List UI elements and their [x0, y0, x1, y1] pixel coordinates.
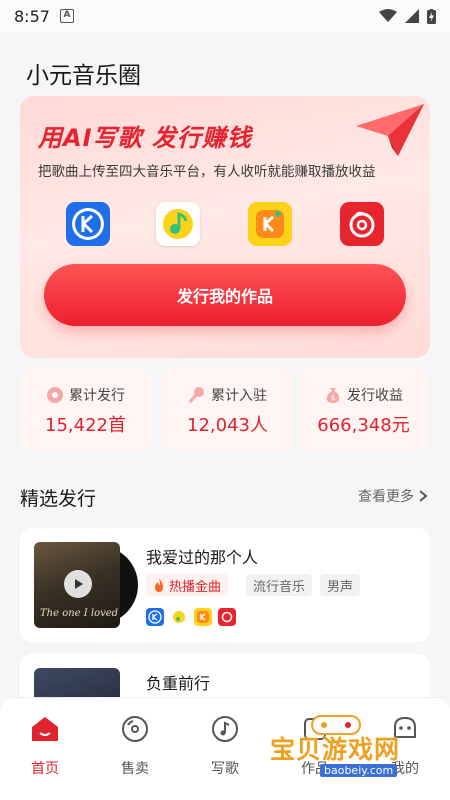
watermark-url: baobeiy.com	[320, 764, 398, 777]
stat-label: 累计发行	[69, 388, 125, 404]
status-icons	[379, 8, 436, 24]
stat-value: 12,043人	[187, 415, 268, 436]
fire-icon	[155, 578, 163, 592]
kugou-icon[interactable]	[66, 202, 110, 246]
tab-label: 首页	[31, 761, 59, 777]
netease-mini-icon	[218, 608, 236, 626]
kugou-mini-icon	[146, 608, 164, 626]
section-title: 精选发行	[20, 488, 97, 510]
tag-genre: 流行音乐	[246, 574, 313, 596]
stat-label-row: 累计发行	[20, 385, 151, 405]
stat-label-row: $ 发行收益	[298, 385, 429, 405]
album-cover[interactable]: The one I loved	[34, 542, 120, 628]
qqmusic-logo-icon	[163, 209, 193, 239]
platform-mini-icons	[146, 608, 236, 626]
banner-subtitle: 把歌曲上传至四大音乐平台，有人收听就能赚取播放收益	[38, 164, 376, 180]
app-title: 小元音乐圈	[26, 63, 141, 89]
tag-label: 热播金曲	[169, 579, 222, 595]
tab-sell[interactable]: 售卖	[90, 698, 180, 798]
wifi-icon	[379, 9, 397, 22]
tag-voice: 男声	[320, 574, 361, 596]
stat-label-row: 累计入驻	[162, 385, 293, 405]
kugou-logo-icon	[72, 208, 104, 240]
tab-label: 售卖	[121, 761, 149, 777]
paper-plane-icon	[356, 104, 424, 156]
watermark: 宝贝游戏网 baobeiy.com	[270, 712, 430, 782]
banner-title: 用AI写歌 发行赚钱	[38, 124, 252, 152]
tab-write[interactable]: 写歌	[180, 698, 270, 798]
home-icon	[30, 714, 60, 744]
album-cover-text: The one I loved	[40, 608, 119, 619]
qqmusic-mini-icon	[170, 608, 188, 626]
song-title: 我爱过的那个人	[146, 548, 259, 567]
tab-label: 写歌	[211, 761, 239, 777]
publish-work-button[interactable]: 发行我的作品	[44, 264, 406, 326]
qqmusic-icon[interactable]	[156, 202, 200, 246]
money-bag-icon: $	[326, 388, 340, 403]
kuwo-logo-icon	[256, 210, 284, 238]
battery-icon	[427, 8, 436, 24]
tag-hot: 热播金曲	[146, 574, 229, 596]
tab-home[interactable]: 首页	[0, 698, 90, 798]
netease-icon[interactable]	[340, 202, 384, 246]
signal-icon	[405, 9, 419, 23]
song-card[interactable]: The one I loved 我爱过的那个人 热播金曲 流行音乐 男声	[20, 528, 430, 642]
svg-text:$: $	[331, 394, 335, 402]
view-more-link[interactable]: 查看更多	[358, 486, 428, 506]
view-more-label: 查看更多	[358, 489, 414, 505]
status-bar: 8:57 A	[0, 0, 450, 32]
promo-banner: 用AI写歌 发行赚钱 把歌曲上传至四大音乐平台，有人收听就能赚取播放收益 发行我…	[20, 96, 430, 358]
notification-icon: A	[59, 9, 74, 23]
stat-label: 累计入驻	[211, 388, 267, 404]
microphone-icon	[188, 387, 204, 403]
stat-card-earnings: $ 发行收益 666,348元	[298, 369, 429, 451]
stat-card-releases: 累计发行 15,422首	[20, 369, 151, 451]
disc-icon	[47, 387, 63, 403]
stat-value: 15,422首	[45, 415, 126, 436]
music-note-icon	[210, 714, 240, 744]
watermark-text: 宝贝游戏网	[270, 735, 401, 764]
kuwo-mini-icon	[194, 608, 212, 626]
disc-icon	[120, 714, 150, 744]
chevron-right-icon	[419, 490, 428, 502]
status-time: 8:57	[14, 6, 50, 26]
play-icon[interactable]	[64, 570, 92, 598]
kuwo-icon[interactable]	[248, 202, 292, 246]
stat-card-members: 累计入驻 12,043人	[162, 369, 293, 451]
stat-label: 发行收益	[347, 388, 403, 404]
song-title: 负重前行	[146, 674, 211, 693]
stat-value: 666,348元	[317, 415, 410, 436]
netease-logo-icon	[349, 211, 375, 238]
